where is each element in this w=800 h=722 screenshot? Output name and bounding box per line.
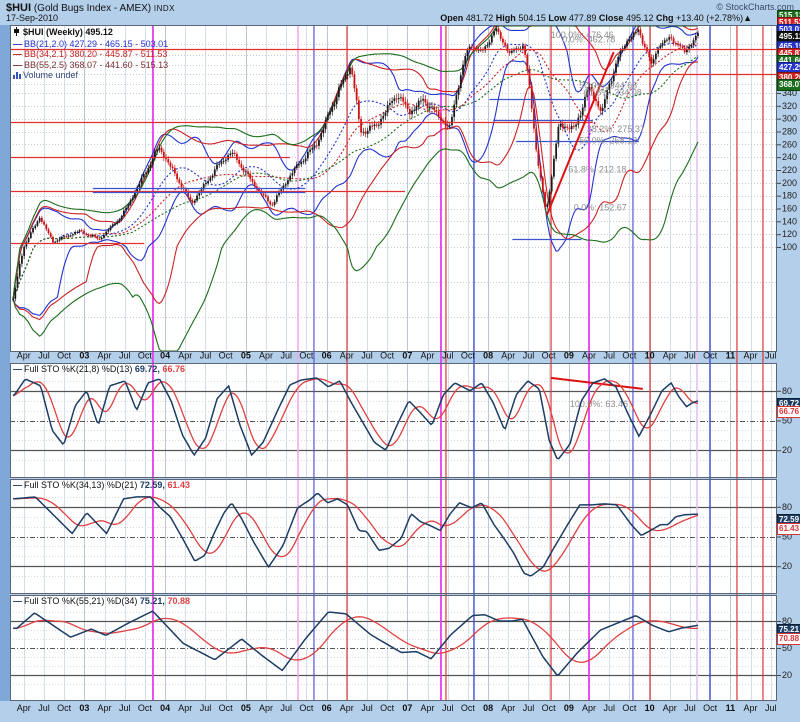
- legend-bb34-row: —BB(34,2.1) 380.20 - 445.87 - 511.53: [13, 49, 168, 60]
- bb21-swatch: —: [13, 39, 22, 49]
- legend-title-row: $HUI (Weekly) 495.12: [13, 27, 168, 39]
- stoch3-d-value-box: 70.88: [777, 633, 800, 645]
- low-label: Low: [548, 13, 566, 23]
- stoch2-legend: —Full STO %K(34,13) %D(21) 72.59, 61.43: [13, 480, 190, 490]
- chg-up-arrow-icon: ▲: [743, 13, 752, 23]
- low-value: 477.89: [569, 13, 597, 23]
- legend-bb55: BB(55,2.5) 368.07 - 441.60 - 515.13: [24, 60, 168, 70]
- stoch3-legend: —Full STO %K(55,21) %D(34) 75.21, 70.88: [13, 596, 190, 606]
- stoch1-d-value: 66.76: [162, 364, 185, 374]
- stoch3-d-value: 70.88: [167, 596, 190, 606]
- bb34-swatch: —: [13, 49, 22, 59]
- legend-volume: Volume undef: [23, 70, 78, 80]
- legend-volume-row: Volume undef: [13, 70, 168, 82]
- legend-bb34: BB(34,2.1) 380.20 - 445.87 - 511.53: [24, 49, 167, 59]
- chg-value: +13.40 (+2.78%): [676, 13, 743, 23]
- legend-title: $HUI (Weekly) 495.12: [23, 27, 113, 37]
- symbol-type: INDX: [154, 4, 175, 13]
- close-label: Close: [599, 13, 624, 23]
- legend-bb21: BB(21,2.0) 427.29 - 465.15 - 503.01: [24, 39, 168, 49]
- stoch2-d-value: 61.43: [167, 480, 190, 490]
- stoch1-d-value-box: 66.76: [777, 406, 800, 418]
- price-axis-value-box: 368.07: [777, 79, 800, 91]
- open-value: 481.72: [466, 13, 494, 23]
- high-value: 504.15: [518, 13, 546, 23]
- legend-bb21-row: —BB(21,2.0) 427.29 - 465.15 - 503.01: [13, 39, 168, 50]
- stoch3-k-value: 75.21,: [140, 596, 165, 606]
- chg-label: Chg: [656, 13, 674, 23]
- chart-date: 17-Sep-2010: [6, 13, 58, 23]
- close-value: 495.12: [626, 13, 654, 23]
- stoch1-label: Full STO %K(21,8) %D(13): [24, 364, 132, 374]
- stoch1-k-value: 69.72,: [135, 364, 160, 374]
- stoch3-swatch: —: [13, 596, 22, 606]
- ohlc-readout: Open 481.72 High 504.15 Low 477.89 Close…: [440, 13, 752, 23]
- stoch2-d-value-box: 61.43: [777, 523, 800, 535]
- price-and-stochastics-chart: [0, 0, 800, 722]
- stoch3-label: Full STO %K(55,21) %D(34): [24, 596, 137, 606]
- bb55-swatch: —: [13, 60, 22, 70]
- high-label: High: [496, 13, 516, 23]
- candlestick-icon: [13, 27, 21, 39]
- stoch2-k-value: 72.59,: [140, 480, 165, 490]
- stoch2-swatch: —: [13, 480, 22, 490]
- legend-bb55-row: —BB(55,2.5) 368.07 - 441.60 - 515.13: [13, 60, 168, 71]
- stockcharts-page: $HUI (Gold Bugs Index - AMEX) INDX © Sto…: [0, 0, 800, 722]
- main-legend: $HUI (Weekly) 495.12 —BB(21,2.0) 427.29 …: [13, 27, 168, 82]
- stoch1-legend: —Full STO %K(21,8) %D(13) 69.72, 66.76: [13, 364, 185, 374]
- volume-icon: [13, 71, 21, 82]
- stoch2-label: Full STO %K(34,13) %D(21): [24, 480, 137, 490]
- open-label: Open: [440, 13, 463, 23]
- stoch1-swatch: —: [13, 364, 22, 374]
